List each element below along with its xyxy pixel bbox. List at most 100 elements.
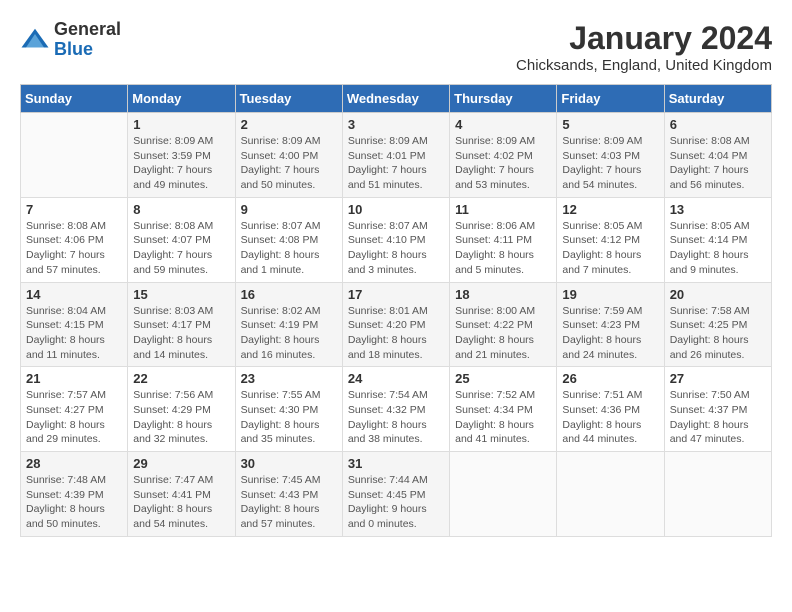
header-thursday: Thursday [450, 85, 557, 113]
day-number: 20 [670, 287, 766, 302]
day-number: 28 [26, 456, 122, 471]
day-number: 25 [455, 371, 551, 386]
day-info: Sunrise: 8:08 AMSunset: 4:07 PMDaylight:… [133, 219, 229, 278]
day-number: 27 [670, 371, 766, 386]
calendar-cell: 18Sunrise: 8:00 AMSunset: 4:22 PMDayligh… [450, 282, 557, 367]
day-number: 21 [26, 371, 122, 386]
day-number: 23 [241, 371, 337, 386]
day-number: 10 [348, 202, 444, 217]
day-info: Sunrise: 8:05 AMSunset: 4:14 PMDaylight:… [670, 219, 766, 278]
day-number: 7 [26, 202, 122, 217]
calendar-week-4: 21 Sunrise: 7:57 AMSunset: 4:27 PMDayligh… [21, 367, 772, 452]
calendar-cell: 19 Sunrise: 7:59 AMSunset: 4:23 PMDayligh… [557, 282, 664, 367]
day-info: Sunrise: 8:09 AMSunset: 4:03 PMDaylight:… [562, 134, 658, 193]
calendar-cell: 4 Sunrise: 8:09 AMSunset: 4:02 PMDaylight… [450, 113, 557, 198]
day-info: Sunrise: 8:00 AMSunset: 4:22 PMDaylight:… [455, 304, 551, 363]
calendar-header-row: SundayMondayTuesdayWednesdayThursdayFrid… [21, 85, 772, 113]
calendar-cell: 7 Sunrise: 8:08 AMSunset: 4:06 PMDaylight… [21, 197, 128, 282]
title-block: January 2024 Chicksands, England, United… [516, 20, 772, 74]
header-monday: Monday [128, 85, 235, 113]
day-number: 15 [133, 287, 229, 302]
logo-icon [20, 25, 50, 55]
day-info: Sunrise: 7:44 AMSunset: 4:45 PMDaylight:… [348, 473, 444, 532]
header-sunday: Sunday [21, 85, 128, 113]
calendar-cell: 5Sunrise: 8:09 AMSunset: 4:03 PMDaylight… [557, 113, 664, 198]
day-number: 16 [241, 287, 337, 302]
calendar-cell: 30 Sunrise: 7:45 AMSunset: 4:43 PMDayligh… [235, 452, 342, 537]
day-info: Sunrise: 8:07 AMSunset: 4:10 PMDaylight:… [348, 219, 444, 278]
day-number: 30 [241, 456, 337, 471]
calendar-cell: 2 Sunrise: 8:09 AMSunset: 4:00 PMDaylight… [235, 113, 342, 198]
day-number: 8 [133, 202, 229, 217]
calendar-cell: 17Sunrise: 8:01 AMSunset: 4:20 PMDayligh… [342, 282, 449, 367]
calendar-cell: 8 Sunrise: 8:08 AMSunset: 4:07 PMDaylight… [128, 197, 235, 282]
day-info: Sunrise: 8:08 AMSunset: 4:06 PMDaylight:… [26, 219, 122, 278]
day-number: 4 [455, 117, 551, 132]
page-header: General Blue January 2024 Chicksands, En… [20, 20, 772, 74]
calendar-cell: 6 Sunrise: 8:08 AMSunset: 4:04 PMDaylight… [664, 113, 771, 198]
calendar-cell: 20 Sunrise: 7:58 AMSunset: 4:25 PMDayligh… [664, 282, 771, 367]
day-info: Sunrise: 7:59 AMSunset: 4:23 PMDaylight:… [562, 304, 658, 363]
day-number: 17 [348, 287, 444, 302]
calendar-cell [450, 452, 557, 537]
day-info: Sunrise: 8:03 AMSunset: 4:17 PMDaylight:… [133, 304, 229, 363]
calendar-cell [21, 113, 128, 198]
day-info: Sunrise: 7:54 AMSunset: 4:32 PMDaylight:… [348, 388, 444, 447]
day-number: 14 [26, 287, 122, 302]
day-number: 29 [133, 456, 229, 471]
calendar-cell [664, 452, 771, 537]
day-info: Sunrise: 7:51 AMSunset: 4:36 PMDaylight:… [562, 388, 658, 447]
calendar-week-5: 28 Sunrise: 7:48 AMSunset: 4:39 PMDayligh… [21, 452, 772, 537]
day-number: 24 [348, 371, 444, 386]
calendar-cell: 26 Sunrise: 7:51 AMSunset: 4:36 PMDayligh… [557, 367, 664, 452]
calendar-cell: 21 Sunrise: 7:57 AMSunset: 4:27 PMDayligh… [21, 367, 128, 452]
logo-text: General Blue [54, 20, 121, 60]
day-info: Sunrise: 7:58 AMSunset: 4:25 PMDaylight:… [670, 304, 766, 363]
day-number: 2 [241, 117, 337, 132]
day-number: 11 [455, 202, 551, 217]
day-info: Sunrise: 7:47 AMSunset: 4:41 PMDaylight:… [133, 473, 229, 532]
calendar-cell: 10 Sunrise: 8:07 AMSunset: 4:10 PMDayligh… [342, 197, 449, 282]
calendar-cell: 16 Sunrise: 8:02 AMSunset: 4:19 PMDayligh… [235, 282, 342, 367]
day-info: Sunrise: 8:04 AMSunset: 4:15 PMDaylight:… [26, 304, 122, 363]
day-info: Sunrise: 8:06 AMSunset: 4:11 PMDaylight:… [455, 219, 551, 278]
logo-general: General [54, 19, 121, 39]
day-info: Sunrise: 8:09 AMSunset: 3:59 PMDaylight:… [133, 134, 229, 193]
day-info: Sunrise: 7:56 AMSunset: 4:29 PMDaylight:… [133, 388, 229, 447]
calendar-cell: 13 Sunrise: 8:05 AMSunset: 4:14 PMDayligh… [664, 197, 771, 282]
day-info: Sunrise: 8:09 AMSunset: 4:00 PMDaylight:… [241, 134, 337, 193]
calendar-cell: 29 Sunrise: 7:47 AMSunset: 4:41 PMDayligh… [128, 452, 235, 537]
calendar-week-2: 7 Sunrise: 8:08 AMSunset: 4:06 PMDaylight… [21, 197, 772, 282]
day-info: Sunrise: 7:45 AMSunset: 4:43 PMDaylight:… [241, 473, 337, 532]
day-number: 3 [348, 117, 444, 132]
calendar-week-1: 1 Sunrise: 8:09 AMSunset: 3:59 PMDaylight… [21, 113, 772, 198]
calendar-cell: 25Sunrise: 7:52 AMSunset: 4:34 PMDayligh… [450, 367, 557, 452]
calendar-cell: 23 Sunrise: 7:55 AMSunset: 4:30 PMDayligh… [235, 367, 342, 452]
day-number: 6 [670, 117, 766, 132]
calendar-cell: 22 Sunrise: 7:56 AMSunset: 4:29 PMDayligh… [128, 367, 235, 452]
day-info: Sunrise: 8:05 AMSunset: 4:12 PMDaylight:… [562, 219, 658, 278]
day-number: 12 [562, 202, 658, 217]
month-title: January 2024 [516, 20, 772, 57]
calendar-cell: 14 Sunrise: 8:04 AMSunset: 4:15 PMDayligh… [21, 282, 128, 367]
day-number: 9 [241, 202, 337, 217]
day-info: Sunrise: 8:02 AMSunset: 4:19 PMDaylight:… [241, 304, 337, 363]
day-number: 19 [562, 287, 658, 302]
day-info: Sunrise: 7:55 AMSunset: 4:30 PMDaylight:… [241, 388, 337, 447]
header-tuesday: Tuesday [235, 85, 342, 113]
day-info: Sunrise: 8:08 AMSunset: 4:04 PMDaylight:… [670, 134, 766, 193]
calendar-cell: 24 Sunrise: 7:54 AMSunset: 4:32 PMDayligh… [342, 367, 449, 452]
calendar-cell: 12 Sunrise: 8:05 AMSunset: 4:12 PMDayligh… [557, 197, 664, 282]
day-info: Sunrise: 7:50 AMSunset: 4:37 PMDaylight:… [670, 388, 766, 447]
day-number: 1 [133, 117, 229, 132]
day-number: 31 [348, 456, 444, 471]
day-number: 26 [562, 371, 658, 386]
day-info: Sunrise: 7:57 AMSunset: 4:27 PMDaylight:… [26, 388, 122, 447]
day-info: Sunrise: 8:09 AMSunset: 4:01 PMDaylight:… [348, 134, 444, 193]
day-number: 13 [670, 202, 766, 217]
header-friday: Friday [557, 85, 664, 113]
day-number: 22 [133, 371, 229, 386]
header-saturday: Saturday [664, 85, 771, 113]
day-info: Sunrise: 7:48 AMSunset: 4:39 PMDaylight:… [26, 473, 122, 532]
day-info: Sunrise: 8:09 AMSunset: 4:02 PMDaylight:… [455, 134, 551, 193]
